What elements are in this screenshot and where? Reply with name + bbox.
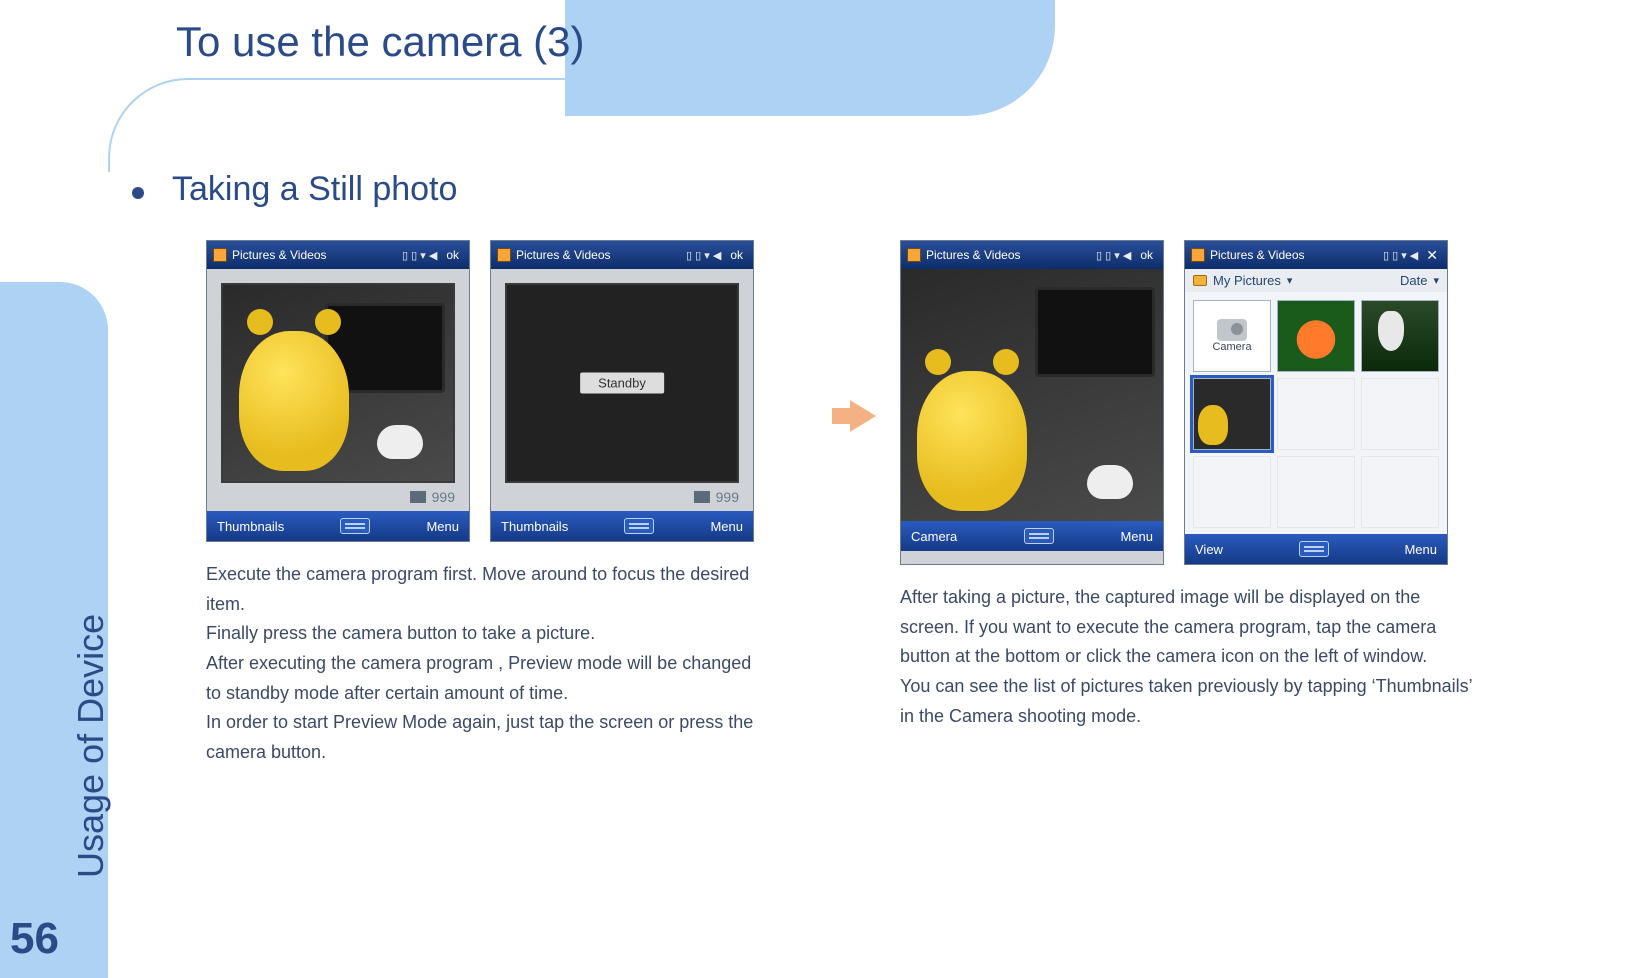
softkey-keyboard-icon[interactable] bbox=[1024, 528, 1054, 544]
memory-icon bbox=[410, 491, 426, 503]
softkey-right[interactable]: Menu bbox=[1404, 542, 1437, 557]
header-curve bbox=[108, 78, 568, 172]
screenshot-gallery: Pictures & Videos ▯ ▯ ▾ ◀ ✕ My Pictures … bbox=[1184, 240, 1448, 565]
grid-cell-camera[interactable]: Camera bbox=[1193, 300, 1271, 372]
phone-body bbox=[901, 269, 1163, 521]
status-icons: ▯ ▯ ▾ ◀ bbox=[402, 249, 437, 262]
camera-viewfinder[interactable] bbox=[221, 283, 455, 483]
shots-remaining: 999 bbox=[716, 489, 739, 505]
softkey-keyboard-icon[interactable] bbox=[340, 518, 370, 534]
softkey-left[interactable]: Thumbnails bbox=[217, 519, 284, 534]
folder-icon bbox=[1193, 275, 1207, 286]
chevron-down-icon: ▾ bbox=[1433, 274, 1439, 287]
captured-image[interactable] bbox=[901, 269, 1163, 521]
softkey-right[interactable]: Menu bbox=[1120, 529, 1153, 544]
softkey-left[interactable]: Camera bbox=[911, 529, 957, 544]
status-icons: ▯ ▯ ▾ ◀ bbox=[686, 249, 721, 262]
status-icons: ▯ ▯ ▾ ◀ bbox=[1383, 249, 1418, 262]
folder-dropdown[interactable]: My Pictures ▾ bbox=[1193, 273, 1292, 288]
memory-icon bbox=[694, 491, 710, 503]
folder-label: My Pictures bbox=[1213, 273, 1281, 288]
wm-titlebar: Pictures & Videos ▯ ▯ ▾ ◀ ok bbox=[207, 241, 469, 269]
softkey-left[interactable]: Thumbnails bbox=[501, 519, 568, 534]
softkey-bar: Thumbnails Menu bbox=[207, 511, 469, 541]
titlebar-text: Pictures & Videos bbox=[232, 248, 397, 262]
titlebar-text: Pictures & Videos bbox=[1210, 248, 1378, 262]
shots-remaining-row: 999 bbox=[491, 483, 753, 511]
camera-viewfinder-standby[interactable]: Standby bbox=[505, 283, 739, 483]
left-description: Execute the camera program first. Move a… bbox=[206, 560, 766, 768]
page-number: 56 bbox=[10, 914, 59, 964]
softkey-keyboard-icon[interactable] bbox=[624, 518, 654, 534]
titlebar-close-button[interactable]: ✕ bbox=[1423, 247, 1441, 264]
page-title: To use the camera (3) bbox=[176, 18, 585, 66]
sort-label: Date bbox=[1400, 273, 1427, 288]
grid-cell-empty bbox=[1277, 456, 1355, 528]
right-screens-row: Pictures & Videos ▯ ▯ ▾ ◀ ok Camera Menu bbox=[900, 240, 1480, 565]
wm-titlebar: Pictures & Videos ▯ ▯ ▾ ◀ ✕ bbox=[1185, 241, 1447, 269]
grid-cell-thumb[interactable] bbox=[1361, 300, 1439, 372]
shots-remaining: 999 bbox=[432, 489, 455, 505]
thumb-bird bbox=[1362, 301, 1438, 371]
manual-page: To use the camera (3) Usage of Device 56… bbox=[0, 0, 1631, 978]
arrow-head-icon bbox=[850, 400, 876, 432]
phone-body: 999 bbox=[207, 283, 469, 511]
subtitle: Taking a Still photo bbox=[172, 170, 457, 209]
softkey-right[interactable]: Menu bbox=[710, 519, 743, 534]
right-description: After taking a picture, the captured ima… bbox=[900, 583, 1480, 731]
scene-toy bbox=[239, 331, 349, 471]
grid-cell-empty bbox=[1361, 378, 1439, 450]
app-icon bbox=[213, 248, 227, 262]
titlebar-ok-button[interactable]: ok bbox=[442, 248, 463, 262]
softkey-bar: Thumbnails Menu bbox=[491, 511, 753, 541]
bullet-icon bbox=[132, 187, 144, 199]
grid-cell-empty bbox=[1361, 456, 1439, 528]
screenshot-camera-preview: Pictures & Videos ▯ ▯ ▾ ◀ ok 999 bbox=[206, 240, 470, 542]
wm-titlebar: Pictures & Videos ▯ ▯ ▾ ◀ ok bbox=[901, 241, 1163, 269]
softkey-keyboard-icon[interactable] bbox=[1299, 541, 1329, 557]
softkey-bar: View Menu bbox=[1185, 534, 1447, 564]
grid-cell-thumb[interactable] bbox=[1277, 300, 1355, 372]
app-icon bbox=[907, 248, 921, 262]
left-screens-row: Pictures & Videos ▯ ▯ ▾ ◀ ok 999 bbox=[206, 240, 766, 542]
screenshot-camera-standby: Pictures & Videos ▯ ▯ ▾ ◀ ok Standby 999… bbox=[490, 240, 754, 542]
softkey-right[interactable]: Menu bbox=[426, 519, 459, 534]
chevron-down-icon: ▾ bbox=[1287, 274, 1293, 287]
titlebar-ok-button[interactable]: ok bbox=[1136, 248, 1157, 262]
softkey-bar: Camera Menu bbox=[901, 521, 1163, 551]
scene-laptop bbox=[1035, 287, 1155, 377]
thumb-flower bbox=[1278, 301, 1354, 371]
scene-toy bbox=[917, 371, 1027, 511]
standby-label: Standby bbox=[580, 373, 664, 394]
screenshot-captured-review: Pictures & Videos ▯ ▯ ▾ ◀ ok Camera Menu bbox=[900, 240, 1164, 565]
right-column: Pictures & Videos ▯ ▯ ▾ ◀ ok Camera Menu bbox=[900, 240, 1480, 731]
subtitle-row: Taking a Still photo bbox=[132, 170, 457, 209]
titlebar-text: Pictures & Videos bbox=[516, 248, 681, 262]
grid-cell-empty bbox=[1193, 456, 1271, 528]
wm-titlebar: Pictures & Videos ▯ ▯ ▾ ◀ ok bbox=[491, 241, 753, 269]
gallery-filter-bar: My Pictures ▾ Date ▾ bbox=[1185, 269, 1447, 292]
thumb-scene bbox=[1194, 379, 1270, 449]
left-column: Pictures & Videos ▯ ▯ ▾ ◀ ok 999 bbox=[206, 240, 766, 768]
titlebar-ok-button[interactable]: ok bbox=[726, 248, 747, 262]
phone-body: Standby 999 bbox=[491, 283, 753, 511]
camera-icon bbox=[1217, 319, 1247, 341]
section-label: Usage of Device bbox=[70, 578, 110, 878]
app-icon bbox=[1191, 248, 1205, 262]
shots-remaining-row: 999 bbox=[207, 483, 469, 511]
sort-dropdown[interactable]: Date ▾ bbox=[1400, 273, 1439, 288]
grid-cell-empty bbox=[1277, 378, 1355, 450]
softkey-left[interactable]: View bbox=[1195, 542, 1223, 557]
titlebar-text: Pictures & Videos bbox=[926, 248, 1091, 262]
scene-mouse bbox=[1087, 465, 1133, 499]
grid-cell-thumb-selected[interactable] bbox=[1193, 378, 1271, 450]
app-icon bbox=[497, 248, 511, 262]
thumbnail-grid: Camera bbox=[1185, 292, 1447, 534]
camera-cell-label: Camera bbox=[1212, 341, 1251, 353]
arrow-icon bbox=[832, 408, 852, 424]
status-icons: ▯ ▯ ▾ ◀ bbox=[1096, 249, 1131, 262]
scene-mouse bbox=[377, 425, 423, 459]
title-tab-bg bbox=[565, 0, 1055, 116]
